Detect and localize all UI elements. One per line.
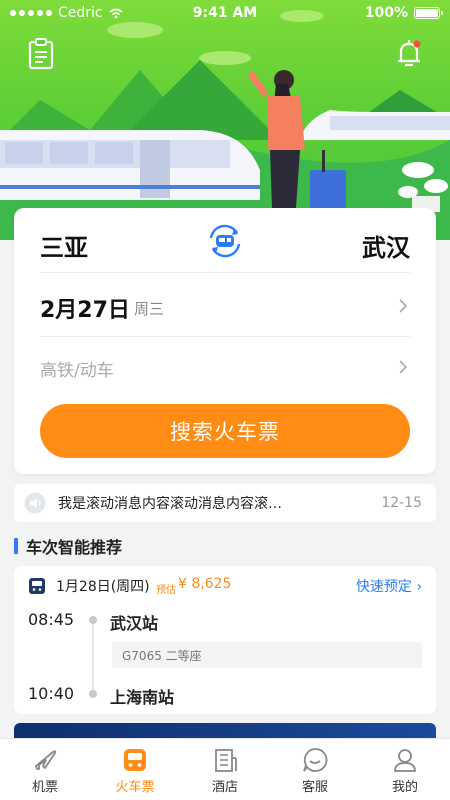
hotel-icon xyxy=(215,749,237,772)
notice-date: 12-15 xyxy=(381,495,422,511)
user-icon xyxy=(394,749,416,772)
section-header: 车次智能推荐 xyxy=(14,534,122,558)
tab-customer-service[interactable]: 客服 xyxy=(270,739,360,800)
tab-label: 酒店 xyxy=(211,780,238,795)
orders-clipboard-icon[interactable] xyxy=(24,36,58,70)
train-search-card: 三亚 武汉 2月27日 周三 高铁/动车 搜索火车票 xyxy=(14,208,436,474)
tab-train-tickets[interactable]: 火车票 xyxy=(90,739,180,800)
status-bar: Cedric 9:41 AM 100% xyxy=(0,0,450,26)
tab-hotel[interactable]: 酒店 xyxy=(180,739,270,800)
chevron-right-icon[interactable] xyxy=(396,299,410,313)
route-line xyxy=(92,618,94,694)
tab-label: 火车票 xyxy=(115,780,155,795)
chat-icon xyxy=(303,748,328,772)
train-icon xyxy=(29,578,45,594)
notification-bell-icon[interactable] xyxy=(392,36,426,70)
quick-book-link[interactable]: 快速预定 › xyxy=(356,576,422,596)
tab-label: 机票 xyxy=(31,780,58,795)
travel-date[interactable]: 2月27日 xyxy=(40,292,130,324)
estimated-price: ¥ 8,625 xyxy=(178,576,232,592)
depart-time: 08:45 xyxy=(28,610,75,629)
battery-icon xyxy=(414,7,443,19)
recommended-train-card[interactable]: 1月28日(周四) 预估 ¥ 8,625 快速预定 › 08:45 武汉站 G7… xyxy=(14,566,436,714)
section-accent-bar xyxy=(14,538,18,554)
arrive-station: 上海南站 xyxy=(110,688,175,707)
travel-weekday: 周三 xyxy=(134,300,165,318)
arrive-time: 10:40 xyxy=(28,684,75,703)
swap-cities-icon[interactable] xyxy=(204,220,246,262)
route-dot-end xyxy=(89,690,97,698)
search-tickets-button[interactable]: 搜索火车票 xyxy=(40,404,410,458)
plane-icon xyxy=(35,750,57,770)
divider xyxy=(40,336,410,337)
train-icon xyxy=(124,749,146,771)
departure-city[interactable]: 三亚 xyxy=(40,228,88,263)
tab-label: 我的 xyxy=(391,780,418,795)
recommend-date: 1月28日(周四) xyxy=(56,579,150,595)
scrolling-notice[interactable]: 我是滚动消息内容滚动消息内容滚… 12-15 xyxy=(14,484,436,522)
hero-illustration xyxy=(0,10,450,240)
tab-flights[interactable]: 机票 xyxy=(0,739,90,800)
tab-profile[interactable]: 我的 xyxy=(360,739,450,800)
tab-label: 客服 xyxy=(301,780,328,795)
depart-station: 武汉站 xyxy=(110,614,159,633)
hero-banner: Cedric 9:41 AM 100% xyxy=(0,0,450,240)
chevron-right-icon[interactable] xyxy=(396,360,410,374)
arrival-city[interactable]: 武汉 xyxy=(362,228,410,263)
train-type-selector[interactable]: 高铁/动车 xyxy=(40,356,114,381)
section-title: 车次智能推荐 xyxy=(26,538,123,557)
bottom-tab-bar: 机票 火车票 酒店 客服 我的 xyxy=(0,738,450,800)
estimate-label: 预估 xyxy=(156,585,176,596)
status-time: 9:41 AM xyxy=(192,5,258,21)
route-dot-start xyxy=(89,616,97,624)
speaker-icon xyxy=(24,492,46,514)
divider xyxy=(40,272,410,273)
notice-text: 我是滚动消息内容滚动消息内容滚… xyxy=(58,496,282,512)
train-info: G7065 二等座 xyxy=(112,642,422,668)
